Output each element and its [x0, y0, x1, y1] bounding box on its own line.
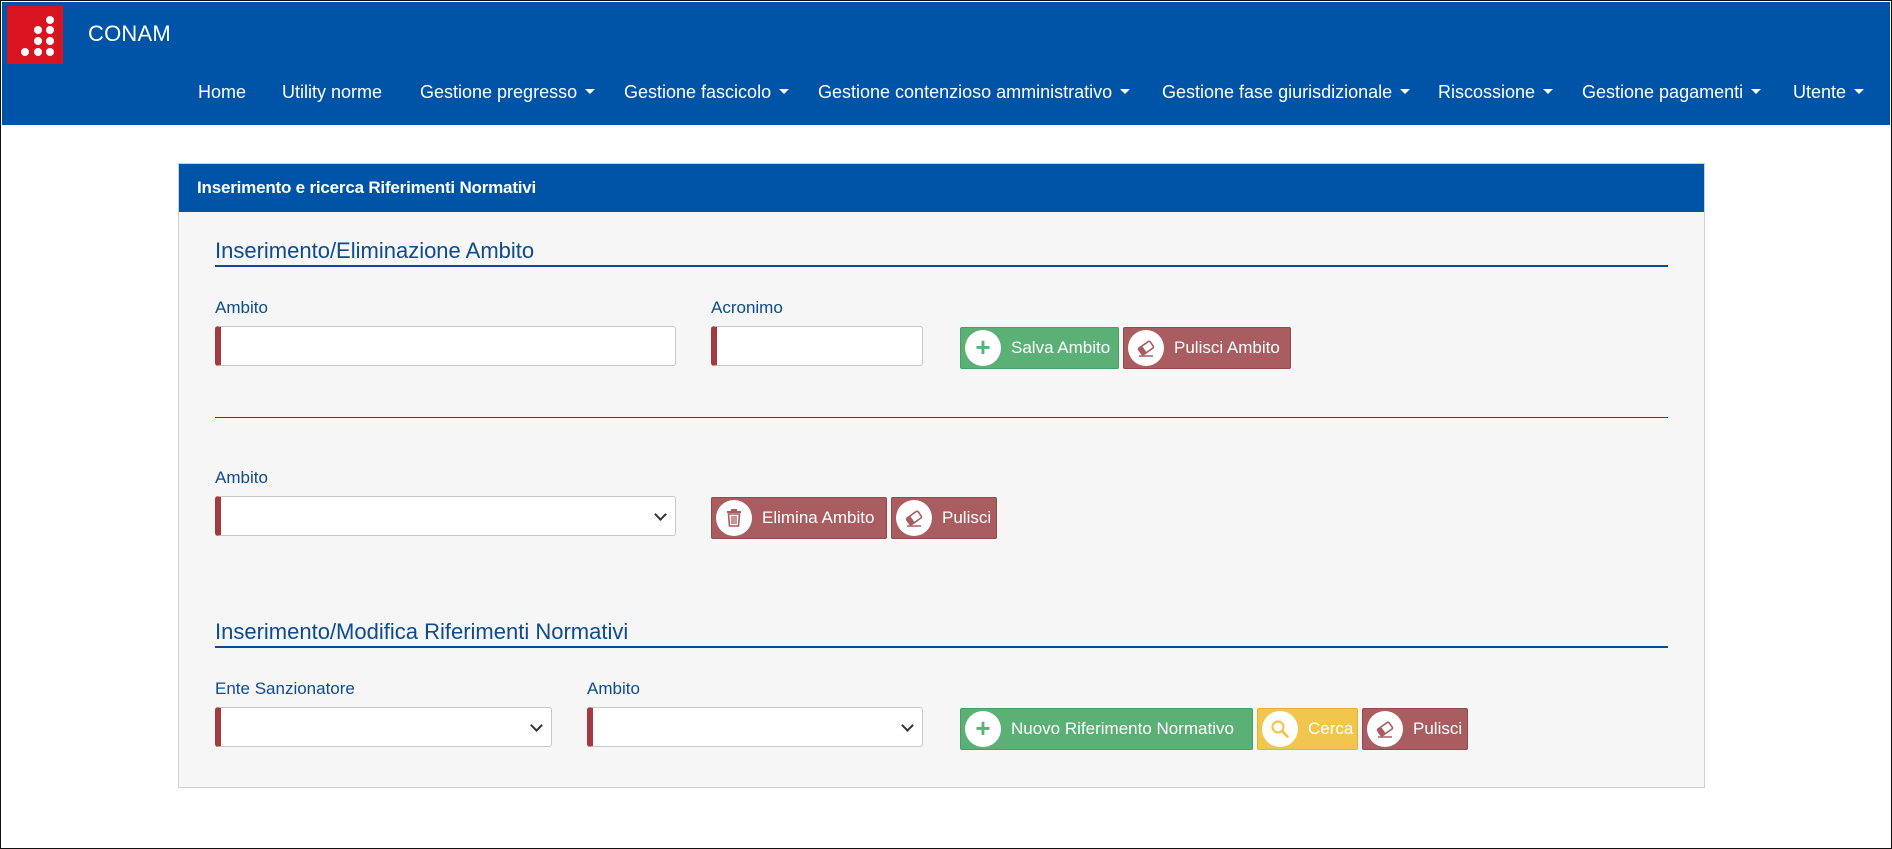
search-icon: [1262, 711, 1298, 747]
nav-home[interactable]: Home: [198, 82, 246, 103]
nav-riscossione[interactable]: Riscossione: [1438, 82, 1554, 103]
nuovo-riferimento-label: Nuovo Riferimento Normativo: [1011, 719, 1234, 738]
nav-gestione-fascicolo-label: Gestione fascicolo: [624, 82, 772, 102]
logo-dot: [21, 48, 29, 56]
trash-icon: [716, 500, 752, 536]
nuovo-riferimento-button[interactable]: + Nuovo Riferimento Normativo: [960, 708, 1253, 750]
chevron-down-icon: [530, 719, 543, 732]
chevron-down-icon: [654, 508, 667, 521]
cerca-label: Cerca: [1308, 719, 1354, 738]
nav-gestione-fascicolo[interactable]: Gestione fascicolo: [624, 82, 790, 103]
ambito-select-label: Ambito: [215, 468, 268, 487]
caret-down-icon: [1751, 88, 1762, 94]
caret-down-icon: [1543, 88, 1554, 94]
nav-gestione-pagamenti-label: Gestione pagamenti: [1582, 82, 1744, 102]
caret-down-icon: [1854, 88, 1865, 94]
ambito-label: Ambito: [215, 298, 268, 317]
nav-utente[interactable]: Utente: [1793, 82, 1865, 103]
acronimo-label: Acronimo: [711, 298, 783, 317]
ambito-input[interactable]: [215, 326, 676, 366]
ente-sanzionatore-select[interactable]: [215, 707, 552, 747]
elimina-ambito-button[interactable]: Elimina Ambito: [711, 497, 887, 539]
pulisci-riferimento-label: Pulisci: [1413, 719, 1463, 738]
section-title-ambito: Inserimento/Eliminazione Ambito: [215, 238, 535, 263]
nav-gestione-pregresso-label: Gestione pregresso: [420, 82, 578, 102]
ambito-riferimento-label: Ambito: [587, 679, 640, 698]
pulisci-button[interactable]: Pulisci: [891, 497, 997, 539]
logo-dot: [46, 16, 54, 24]
nav-gestione-pregresso[interactable]: Gestione pregresso: [420, 82, 596, 103]
logo-dot: [46, 37, 54, 45]
logo-dot: [46, 26, 54, 34]
nav-gestione-fase-label: Gestione fase giurisdizionale: [1162, 82, 1393, 102]
panel-title: Inserimento e ricerca Riferimenti Normat…: [197, 178, 537, 197]
section-title-riferimenti: Inserimento/Modifica Riferimenti Normati…: [215, 619, 629, 644]
pulisci-label: Pulisci: [942, 508, 992, 527]
salva-ambito-button[interactable]: + Salva Ambito: [960, 327, 1119, 369]
eraser-icon: [1128, 330, 1164, 366]
nav-utility-norme[interactable]: Utility norme: [282, 82, 382, 103]
divider-line: [215, 417, 1668, 418]
nav-utility-norme-label: Utility norme: [282, 82, 383, 102]
nav-gestione-pagamenti[interactable]: Gestione pagamenti: [1582, 82, 1762, 103]
salva-ambito-label: Salva Ambito: [1011, 338, 1111, 357]
caret-down-icon: [1400, 88, 1411, 94]
pulisci-ambito-button[interactable]: Pulisci Ambito: [1123, 327, 1291, 369]
section-divider: [215, 646, 1668, 648]
pulisci-riferimento-button[interactable]: Pulisci: [1362, 708, 1468, 750]
caret-down-icon: [585, 88, 596, 94]
acronimo-input[interactable]: [711, 326, 923, 366]
ambito-riferimento-select[interactable]: [587, 707, 923, 747]
section-divider: [215, 265, 1668, 267]
eraser-icon: [1367, 711, 1403, 747]
nav-utente-label: Utente: [1793, 82, 1847, 102]
nav-gestione-contenzioso-label: Gestione contenzioso amministrativo: [818, 82, 1113, 102]
plus-icon: +: [965, 330, 1001, 366]
main-nav: Home Utility norme Gestione pregresso Ge…: [2, 82, 1890, 112]
ambito-select[interactable]: [215, 496, 676, 536]
nav-gestione-contenzioso[interactable]: Gestione contenzioso amministrativo: [818, 82, 1131, 103]
logo-dot: [34, 26, 42, 34]
cerca-button[interactable]: Cerca: [1257, 708, 1358, 750]
ente-sanzionatore-label: Ente Sanzionatore: [215, 679, 355, 698]
logo-dot: [34, 48, 42, 56]
chevron-down-icon: [901, 719, 914, 732]
pulisci-ambito-label: Pulisci Ambito: [1174, 338, 1280, 357]
nav-home-label: Home: [198, 82, 247, 102]
app-brand[interactable]: CONAM: [88, 21, 171, 47]
logo-dot: [34, 37, 42, 45]
nav-riscossione-label: Riscossione: [1438, 82, 1536, 102]
caret-down-icon: [779, 88, 790, 94]
top-navbar: CONAM Home Utility norme Gestione pregre…: [2, 2, 1890, 125]
plus-icon: +: [965, 711, 1001, 747]
eraser-icon: [896, 500, 932, 536]
elimina-ambito-label: Elimina Ambito: [762, 508, 875, 527]
panel-heading: Inserimento e ricerca Riferimenti Normat…: [179, 164, 1704, 212]
riferimenti-panel: Inserimento e ricerca Riferimenti Normat…: [178, 163, 1705, 788]
logo-dot: [46, 48, 54, 56]
caret-down-icon: [1120, 88, 1131, 94]
conam-logo[interactable]: [7, 6, 63, 64]
nav-gestione-fase-giurisdizionale[interactable]: Gestione fase giurisdizionale: [1162, 82, 1411, 103]
